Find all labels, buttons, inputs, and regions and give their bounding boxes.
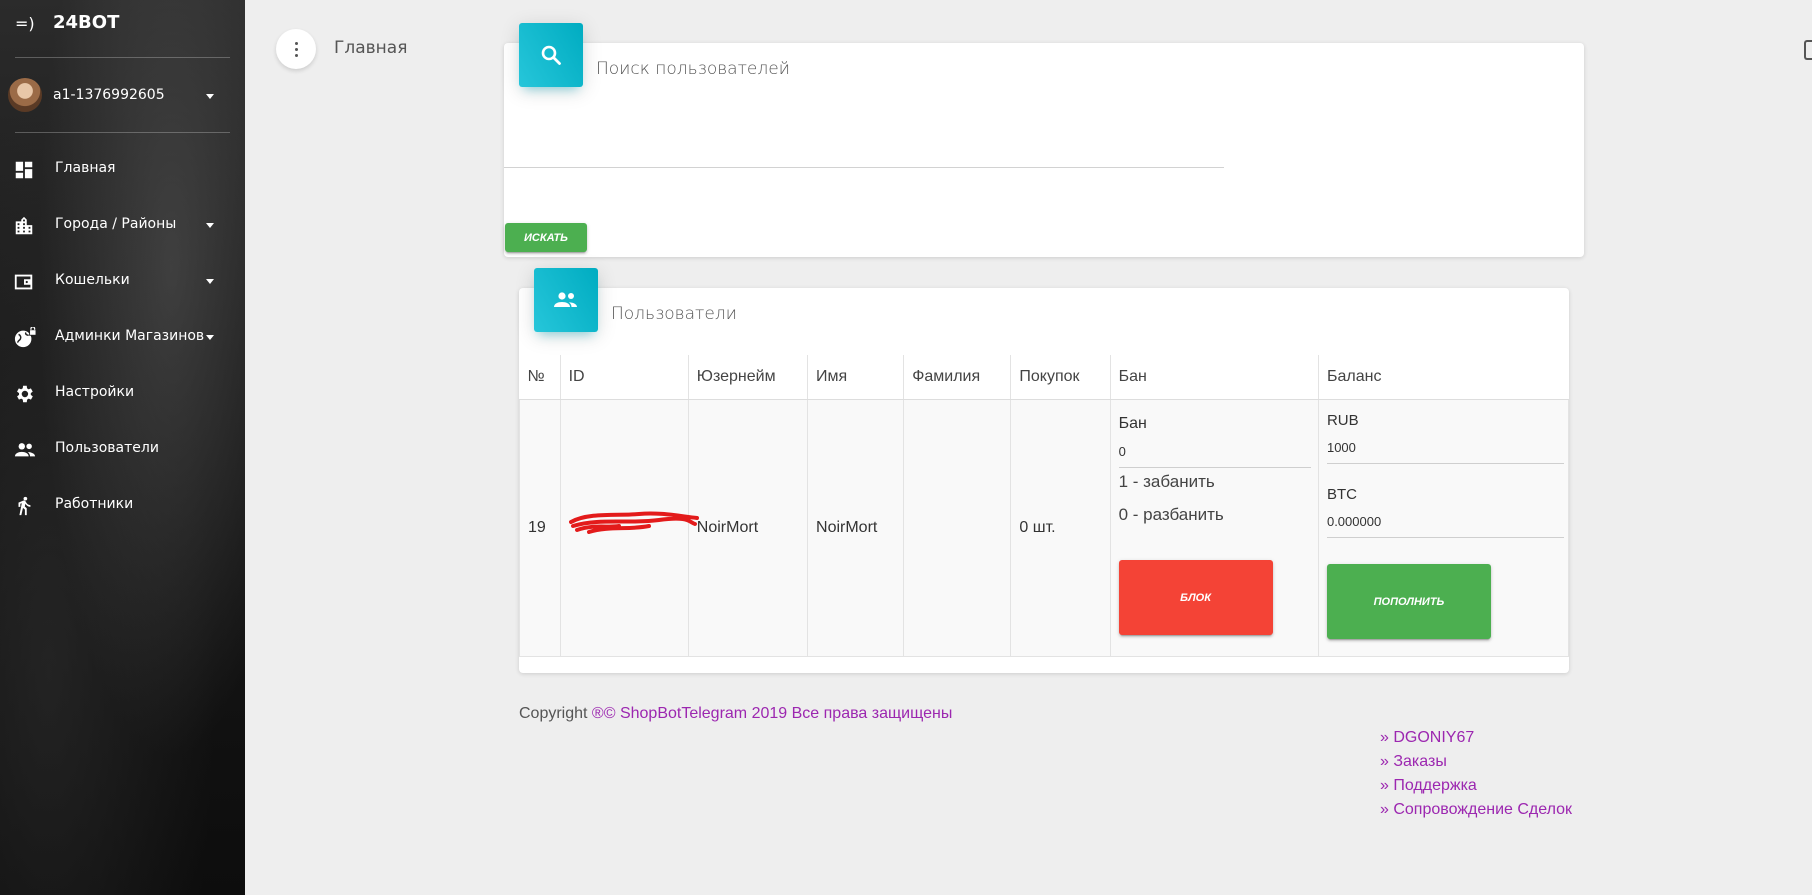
table-row: 19 NoirMort NoirMort 0 шт. Бан 0 1 - заб [519, 399, 1570, 657]
copyright-link[interactable]: ®© ShopBotTelegram 2019 Все права защище… [592, 705, 952, 722]
cell-username: NoirMort [687, 399, 809, 657]
user-name: a1-1376992605 [53, 87, 165, 103]
sidebar-item-shop-admins[interactable]: Админки Магазинов [0, 315, 245, 359]
cell-id [559, 399, 699, 657]
sidebar-item-main[interactable]: Главная [0, 147, 245, 191]
cell-balance: RUB 1000 BTC 0.000000 ПОПОЛНИТЬ [1317, 399, 1570, 657]
brand[interactable]: =) 24BOT [0, 0, 245, 56]
rub-label: RUB [1326, 412, 1359, 429]
dashboard-icon [13, 159, 37, 181]
copyright: Copyright ®© ShopBotTelegram 2019 Все пр… [519, 705, 953, 722]
unban-hint: 0 - разбанить [1118, 505, 1224, 524]
ban-label: Бан [1118, 415, 1147, 432]
chevron-down-icon [206, 223, 214, 228]
search-input-underline [504, 167, 1224, 168]
column-header[interactable]: Юзернейм [687, 355, 808, 400]
people-icon [13, 439, 37, 461]
redaction-scribble [568, 511, 699, 534]
footer-link-dgoniy67[interactable]: » DGONIY67 [1380, 729, 1572, 753]
sidebar-item-users[interactable]: Пользователи [0, 427, 245, 471]
brand-mini-logo[interactable]: =) [15, 14, 35, 33]
globe-lock-icon [13, 326, 37, 349]
users-card-title: Пользователи [611, 304, 737, 324]
sidebar-item-cities[interactable]: Города / Районы [0, 203, 245, 247]
footer-link-orders[interactable]: » Заказы [1380, 753, 1572, 777]
sidebar-item-label: Пользователи [55, 440, 159, 456]
chevron-down-icon [206, 279, 214, 284]
btc-input-underline [1326, 537, 1564, 538]
chevron-down-icon [206, 94, 214, 99]
block-button[interactable]: БЛОК [1118, 560, 1273, 635]
sidebar-item-wallets[interactable]: Кошельки [0, 259, 245, 303]
city-icon [13, 215, 37, 237]
chevron-down-icon [206, 335, 214, 340]
btc-input[interactable]: 0.000000 [1327, 514, 1381, 529]
sidebar-item-label: Главная [55, 160, 116, 176]
search-icon [541, 45, 561, 65]
user-menu[interactable]: a1-1376992605 [0, 74, 245, 118]
sidebar: =) 24BOT a1-1376992605 Главная Города / … [0, 0, 245, 895]
column-header[interactable]: Имя [807, 355, 904, 400]
rub-input-underline [1326, 463, 1564, 464]
people-icon [554, 292, 577, 307]
wallet-icon [13, 271, 37, 293]
ban-input-underline [1118, 467, 1311, 468]
search-input[interactable] [504, 130, 1228, 168]
sidebar-item-label: Админки Магазинов [55, 328, 205, 344]
footer-links: » DGONIY67 » Заказы » Поддержка » Сопров… [1380, 729, 1572, 825]
brand-name[interactable]: 24BOT [53, 12, 119, 33]
sidebar-divider [15, 57, 230, 58]
sidebar-item-label: Кошельки [55, 272, 130, 288]
users-card-icon [534, 268, 598, 332]
top-up-button[interactable]: ПОПОЛНИТЬ [1326, 564, 1491, 639]
cell-num: 19 [519, 399, 561, 657]
column-header[interactable]: Баланс [1317, 355, 1569, 400]
column-header[interactable]: Бан [1109, 355, 1319, 400]
users-table: № ID Юзернейм Имя Фамилия Покупок Бан Ба… [519, 355, 1570, 657]
footer-link-escrow[interactable]: » Сопровождение Сделок [1380, 801, 1572, 825]
cell-ban: Бан 0 1 - забанить 0 - разбанить БЛОК [1109, 399, 1319, 657]
page-title: Главная [334, 38, 408, 58]
ban-input[interactable]: 0 [1119, 444, 1126, 459]
cell-last-name [903, 399, 1012, 657]
sidebar-item-label: Работники [55, 496, 134, 512]
account-icon[interactable] [1804, 40, 1812, 60]
sidebar-toggle-button[interactable] [276, 29, 316, 69]
sidebar-item-workers[interactable]: Работники [0, 483, 245, 527]
sidebar-item-label: Настройки [55, 384, 135, 400]
sidebar-divider [15, 132, 230, 133]
search-card-icon [519, 23, 583, 87]
footer-link-support[interactable]: » Поддержка [1380, 777, 1572, 801]
column-header[interactable]: ID [559, 355, 689, 400]
sidebar-item-label: Города / Районы [55, 216, 177, 232]
gear-icon [13, 383, 37, 405]
search-button[interactable]: ИСКАТЬ [505, 223, 587, 252]
avatar [8, 78, 42, 112]
btc-label: BTC [1326, 486, 1357, 503]
cell-first-name: NoirMort [807, 399, 905, 657]
column-header[interactable]: Фамилия [903, 355, 1011, 400]
rub-input[interactable]: 1000 [1327, 440, 1356, 455]
cell-purchases: 0 шт. [1010, 399, 1111, 657]
sidebar-item-settings[interactable]: Настройки [0, 371, 245, 415]
column-header[interactable]: № [519, 355, 561, 400]
ban-hint: 1 - забанить [1118, 472, 1215, 491]
column-header[interactable]: Покупок [1010, 355, 1111, 400]
runner-icon [13, 495, 37, 517]
search-card-title: Поиск пользователей [596, 59, 790, 79]
table-header-row: № ID Юзернейм Имя Фамилия Покупок Бан Ба… [519, 355, 1569, 400]
